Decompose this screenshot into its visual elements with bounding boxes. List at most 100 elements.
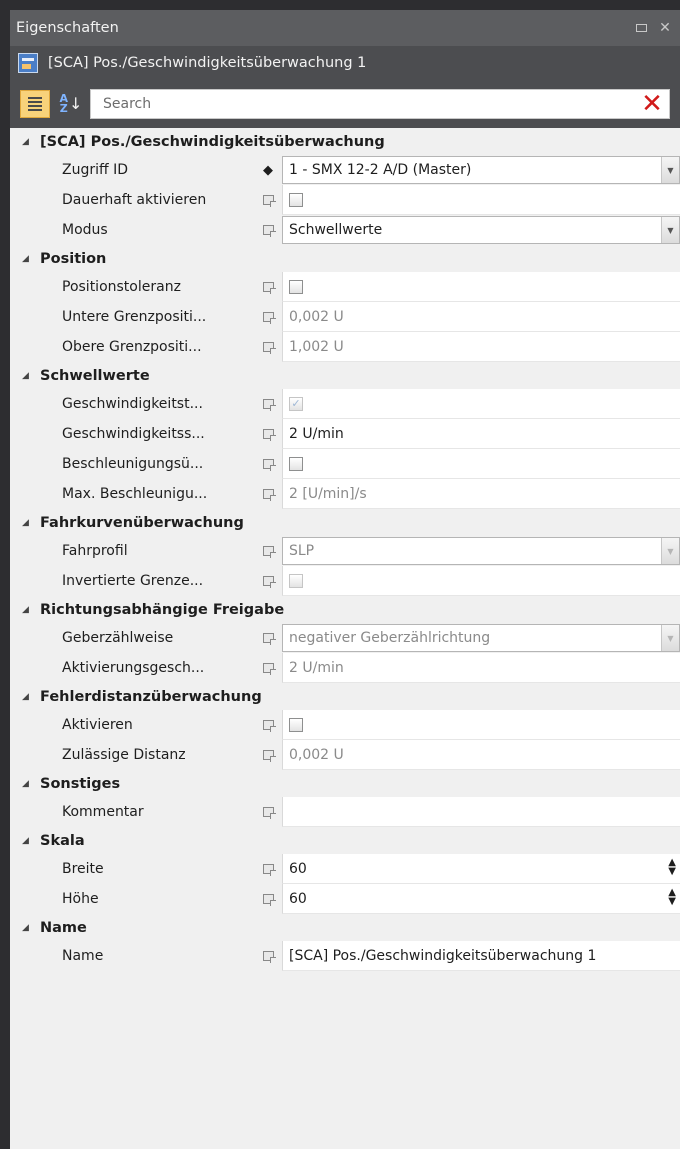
collapse-triangle-icon[interactable]: ◢ xyxy=(10,605,40,615)
category-row[interactable]: ◢ [SCA] Pos./Geschwindigkeitsüberwachung xyxy=(10,128,680,155)
properties-panel: Eigenschaften ✕ [SCA] Pos./Geschwindigke… xyxy=(10,10,680,1149)
binding-box-icon xyxy=(262,894,276,906)
collapse-triangle-icon[interactable]: ◢ xyxy=(10,254,40,264)
property-name: Positionstoleranz xyxy=(62,279,181,295)
property-marker[interactable] xyxy=(254,215,282,245)
checkbox[interactable] xyxy=(289,717,303,732)
property-value[interactable]: 60 ▲ ▼ xyxy=(282,884,680,914)
selected-object-bar: [SCA] Pos./Geschwindigkeitsüberwachung 1 xyxy=(10,46,680,80)
property-value[interactable]: Schwellwerte ▼ xyxy=(282,216,680,244)
collapse-triangle-icon[interactable]: ◢ xyxy=(10,923,40,933)
close-icon[interactable]: ✕ xyxy=(656,19,674,37)
category-row[interactable]: ◢ Richtungsabhängige Freigabe xyxy=(10,596,680,623)
property-marker[interactable] xyxy=(254,710,282,740)
property-name: Aktivieren xyxy=(62,717,133,733)
search-input[interactable] xyxy=(101,95,635,113)
value-text: 60 xyxy=(289,890,307,907)
category-label: Position xyxy=(40,250,107,267)
property-value[interactable] xyxy=(282,449,680,479)
property-marker[interactable] xyxy=(254,419,282,449)
binding-box-icon xyxy=(262,399,276,411)
category-row[interactable]: ◢ Position xyxy=(10,245,680,272)
property-marker[interactable] xyxy=(254,389,282,419)
property-row: Beschleunigungsü... xyxy=(10,449,680,479)
property-value[interactable] xyxy=(282,272,680,302)
property-name: Zugriff ID xyxy=(62,162,129,178)
property-toolbar: AZ ↓ ✕ xyxy=(10,80,680,128)
collapse-triangle-icon[interactable]: ◢ xyxy=(10,692,40,702)
spinner-icon[interactable]: ▲ ▼ xyxy=(668,888,676,907)
checkbox[interactable] xyxy=(289,192,303,207)
dropdown-arrow-icon[interactable]: ▼ xyxy=(661,157,679,183)
selected-object-name: [SCA] Pos./Geschwindigkeitsüberwachung 1 xyxy=(48,55,367,71)
collapse-triangle-icon[interactable]: ◢ xyxy=(10,836,40,846)
property-row: Max. Beschleunigu... 2 [U/min]/s xyxy=(10,479,680,509)
category-label: [SCA] Pos./Geschwindigkeitsüberwachung xyxy=(40,133,385,150)
property-marker[interactable] xyxy=(254,740,282,770)
property-value: SLP ▼ xyxy=(282,537,680,565)
checkbox[interactable] xyxy=(289,456,303,471)
checkbox xyxy=(289,573,303,588)
category-row[interactable]: ◢ Schwellwerte xyxy=(10,362,680,389)
property-marker[interactable] xyxy=(254,854,282,884)
property-marker[interactable] xyxy=(254,185,282,215)
category-label: Skala xyxy=(40,832,85,849)
collapse-triangle-icon[interactable]: ◢ xyxy=(10,518,40,528)
checkbox[interactable] xyxy=(289,279,303,294)
clear-search-icon[interactable]: ✕ xyxy=(635,91,669,117)
property-name: Untere Grenzpositi... xyxy=(62,309,207,325)
binding-box-icon xyxy=(262,195,276,207)
property-marker[interactable] xyxy=(254,536,282,566)
property-marker[interactable] xyxy=(254,653,282,683)
category-row[interactable]: ◢ Sonstiges xyxy=(10,770,680,797)
category-row[interactable]: ◢ Name xyxy=(10,914,680,941)
property-row: Höhe 60 ▲ ▼ xyxy=(10,884,680,914)
category-row[interactable]: ◢ Fehlerdistanzüberwachung xyxy=(10,683,680,710)
category-label: Schwellwerte xyxy=(40,367,150,384)
property-row: Invertierte Grenze... xyxy=(10,566,680,596)
property-row: Dauerhaft aktivieren xyxy=(10,185,680,215)
property-marker[interactable] xyxy=(254,332,282,362)
property-marker[interactable] xyxy=(254,623,282,653)
property-value[interactable] xyxy=(282,797,680,827)
property-value[interactable] xyxy=(282,710,680,740)
alphabetical-sort-button[interactable]: AZ ↓ xyxy=(58,90,84,118)
property-value[interactable]: [SCA] Pos./Geschwindigkeitsüberwachung 1 xyxy=(282,941,680,971)
property-value: 0,002 U xyxy=(282,302,680,332)
property-name: Geschwindigkeitss... xyxy=(62,426,205,442)
property-marker[interactable] xyxy=(254,797,282,827)
property-name: Max. Beschleunigu... xyxy=(62,486,208,502)
property-marker[interactable] xyxy=(254,302,282,332)
property-value: ✓ xyxy=(282,389,680,419)
maximize-icon[interactable] xyxy=(632,19,650,37)
property-name: Modus xyxy=(62,222,108,238)
property-value[interactable] xyxy=(282,185,680,215)
property-marker[interactable] xyxy=(254,566,282,596)
category-row[interactable]: ◢ Fahrkurvenüberwachung xyxy=(10,509,680,536)
category-row[interactable]: ◢ Skala xyxy=(10,827,680,854)
categorized-view-button[interactable] xyxy=(20,90,50,118)
dropdown-arrow-icon[interactable]: ▼ xyxy=(661,217,679,243)
property-marker[interactable] xyxy=(254,884,282,914)
property-marker[interactable]: ◆ xyxy=(254,155,282,185)
property-value[interactable]: 2 U/min xyxy=(282,419,680,449)
binding-box-icon xyxy=(262,489,276,501)
spinner-icon[interactable]: ▲ ▼ xyxy=(668,858,676,877)
value-text: 0,002 U xyxy=(289,746,344,763)
collapse-triangle-icon[interactable]: ◢ xyxy=(10,371,40,381)
property-value: 1,002 U xyxy=(282,332,680,362)
property-marker[interactable] xyxy=(254,449,282,479)
categorized-icon xyxy=(28,97,42,111)
binding-box-icon xyxy=(262,576,276,588)
property-name: Beschleunigungsü... xyxy=(62,456,204,472)
search-box[interactable]: ✕ xyxy=(90,89,670,119)
property-marker[interactable] xyxy=(254,941,282,971)
property-marker[interactable] xyxy=(254,479,282,509)
property-name: Breite xyxy=(62,861,104,877)
collapse-triangle-icon[interactable]: ◢ xyxy=(10,137,40,147)
property-value[interactable]: 1 - SMX 12-2 A/D (Master) ▼ xyxy=(282,156,680,184)
property-marker[interactable] xyxy=(254,272,282,302)
collapse-triangle-icon[interactable]: ◢ xyxy=(10,779,40,789)
binding-box-icon xyxy=(262,429,276,441)
property-value[interactable]: 60 ▲ ▼ xyxy=(282,854,680,884)
